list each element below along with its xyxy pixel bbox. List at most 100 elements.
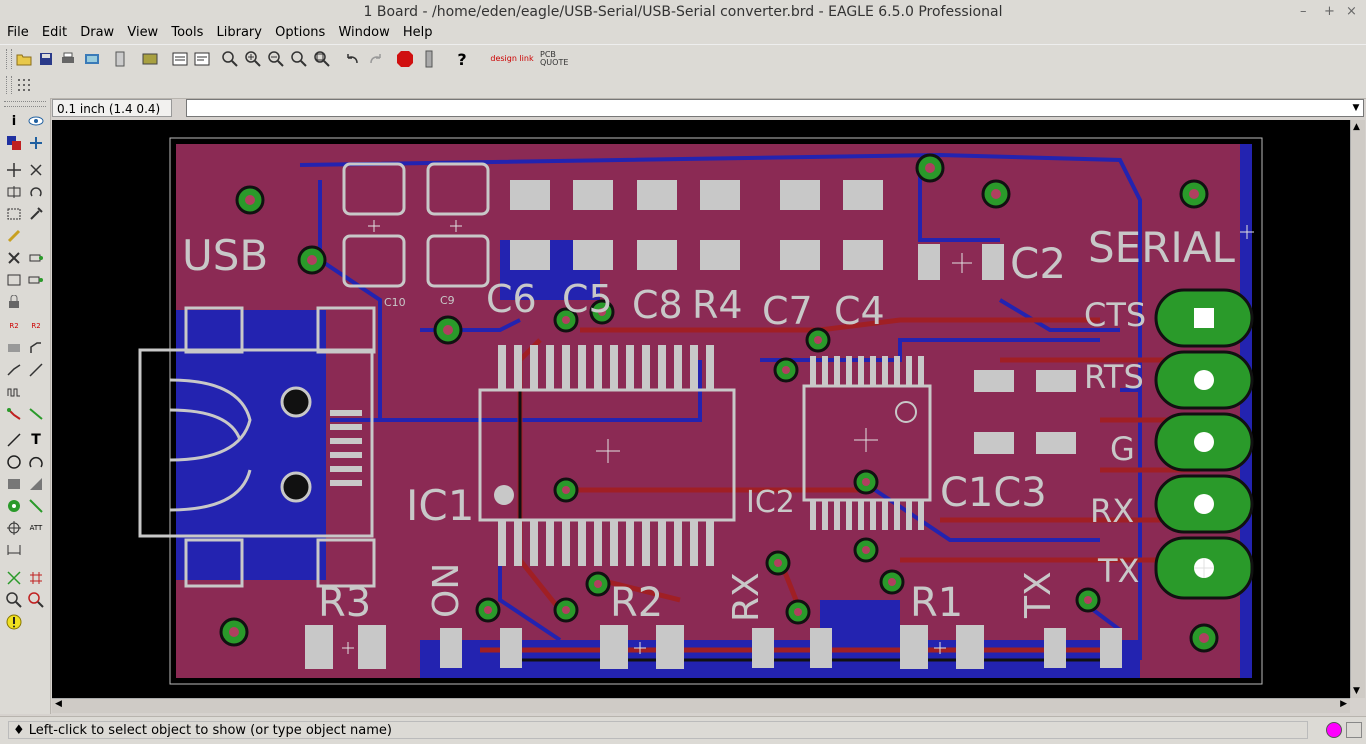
label-c2: C2	[1010, 239, 1066, 288]
help-icon[interactable]: ?	[452, 49, 472, 69]
label-tx: TX	[1097, 552, 1139, 590]
add-icon[interactable]	[26, 248, 46, 268]
lock-icon[interactable]	[4, 292, 24, 312]
replace-icon[interactable]	[26, 270, 46, 290]
switch-icon[interactable]	[110, 49, 130, 69]
change-icon[interactable]	[26, 204, 46, 224]
auto-icon[interactable]	[26, 568, 46, 588]
tool-palette: i R2 R2 T ATT	[0, 98, 51, 714]
smash-icon[interactable]	[4, 338, 24, 358]
pinswap-icon[interactable]	[4, 270, 24, 290]
zoom-in-icon[interactable]	[243, 49, 263, 69]
command-input[interactable]: ▼	[186, 99, 1364, 117]
grid-icon[interactable]	[14, 75, 34, 95]
group-icon[interactable]	[4, 204, 24, 224]
design-link-button[interactable]: design link	[490, 49, 534, 69]
pcb-layout: USB SERIAL C6 C5 C8 R4 C7 C4 C2 C10 C9 I…	[138, 137, 1263, 685]
hole-icon[interactable]	[4, 518, 24, 538]
arc-icon[interactable]	[26, 452, 46, 472]
display-icon[interactable]	[4, 133, 24, 153]
menu-draw[interactable]: Draw	[80, 24, 114, 40]
go-icon[interactable]	[419, 49, 439, 69]
mirror-icon[interactable]	[4, 182, 24, 202]
usb-mount-hole	[280, 386, 312, 418]
redo-icon[interactable]	[366, 49, 386, 69]
ripup-icon[interactable]	[26, 404, 46, 424]
run-icon[interactable]	[192, 49, 212, 69]
info-icon[interactable]: i	[4, 111, 24, 131]
cam-icon[interactable]	[82, 49, 102, 69]
mark-icon[interactable]	[26, 133, 46, 153]
paste-icon[interactable]	[4, 226, 24, 246]
show-icon[interactable]	[26, 111, 46, 131]
menu-view[interactable]: View	[127, 24, 158, 40]
label-c9: C9	[440, 294, 455, 307]
label-r3: R3	[318, 580, 371, 626]
save-icon[interactable]	[36, 49, 56, 69]
horizontal-scrollbar[interactable]: ◀ ▶	[52, 698, 1350, 713]
menu-library[interactable]: Library	[217, 24, 262, 40]
circle-icon[interactable]	[4, 452, 24, 472]
menu-help[interactable]: Help	[403, 24, 433, 40]
meander-icon[interactable]	[4, 382, 24, 402]
ulp-icon[interactable]	[170, 49, 190, 69]
label-ic1: IC1	[406, 481, 474, 530]
optimize-icon[interactable]	[26, 360, 46, 380]
scroll-right-icon[interactable]: ▶	[1340, 699, 1347, 709]
close-button[interactable]: ×	[1346, 0, 1357, 24]
status-bar: ♦ Left-click to select object to show (o…	[0, 716, 1366, 744]
toolbar-grip[interactable]	[6, 76, 12, 94]
menu-tools[interactable]: Tools	[171, 24, 203, 40]
signal-icon[interactable]	[26, 496, 46, 516]
delete-icon[interactable]	[4, 248, 24, 268]
drc-icon[interactable]	[26, 590, 46, 610]
rotate-icon[interactable]	[26, 182, 46, 202]
minimize-button[interactable]: –	[1300, 0, 1307, 24]
wire-icon[interactable]	[4, 430, 24, 450]
undo-icon[interactable]	[342, 49, 362, 69]
toolbar-grip[interactable]	[6, 49, 12, 69]
open-icon[interactable]	[14, 49, 34, 69]
script-icon[interactable]	[140, 49, 160, 69]
attribute-icon[interactable]: ATT	[26, 518, 46, 538]
redraw-icon[interactable]	[289, 49, 309, 69]
erc-icon[interactable]	[4, 590, 24, 610]
split-icon[interactable]	[4, 360, 24, 380]
errors-icon[interactable]	[4, 612, 24, 632]
zoom-fit-icon[interactable]	[220, 49, 240, 69]
chevron-down-icon[interactable]: ▼	[1349, 100, 1363, 116]
label-r2: R2	[610, 580, 663, 626]
copy-icon[interactable]	[26, 160, 46, 180]
pcb-quote-button[interactable]: PCB QUOTE	[540, 49, 580, 69]
board-canvas[interactable]: USB SERIAL C6 C5 C8 R4 C7 C4 C2 C10 C9 I…	[52, 120, 1350, 698]
dimension-icon[interactable]	[4, 540, 24, 560]
menu-window[interactable]: Window	[338, 24, 389, 40]
label-r4: R4	[692, 283, 743, 327]
move-icon[interactable]	[4, 160, 24, 180]
vertical-scrollbar[interactable]: ▲ ▼	[1350, 120, 1365, 698]
main-toolbar: ? design link PCB QUOTE	[0, 44, 1366, 74]
zoom-out-icon[interactable]	[266, 49, 286, 69]
palette-grip[interactable]	[4, 101, 46, 107]
value-icon[interactable]: R2	[26, 316, 46, 336]
print-icon[interactable]	[58, 49, 78, 69]
name-icon[interactable]: R2	[4, 316, 24, 336]
status-indicator-icon[interactable]	[1326, 722, 1342, 738]
text-icon[interactable]: T	[26, 430, 46, 450]
status-grid-icon[interactable]	[1346, 722, 1362, 738]
ratsnest-icon[interactable]	[4, 568, 24, 588]
stop-icon[interactable]	[395, 49, 415, 69]
miter-icon[interactable]	[26, 338, 46, 358]
menu-file[interactable]: File	[7, 24, 29, 40]
via-icon[interactable]	[4, 496, 24, 516]
route-icon[interactable]	[4, 404, 24, 424]
menu-edit[interactable]: Edit	[42, 24, 67, 40]
maximize-button[interactable]: +	[1324, 0, 1335, 24]
scroll-up-icon[interactable]: ▲	[1353, 122, 1360, 132]
scroll-left-icon[interactable]: ◀	[55, 699, 62, 709]
menu-options[interactable]: Options	[275, 24, 325, 40]
scroll-down-icon[interactable]: ▼	[1353, 686, 1360, 696]
zoom-select-icon[interactable]	[312, 49, 332, 69]
polygon-icon[interactable]	[26, 474, 46, 494]
rect-icon[interactable]	[4, 474, 24, 494]
